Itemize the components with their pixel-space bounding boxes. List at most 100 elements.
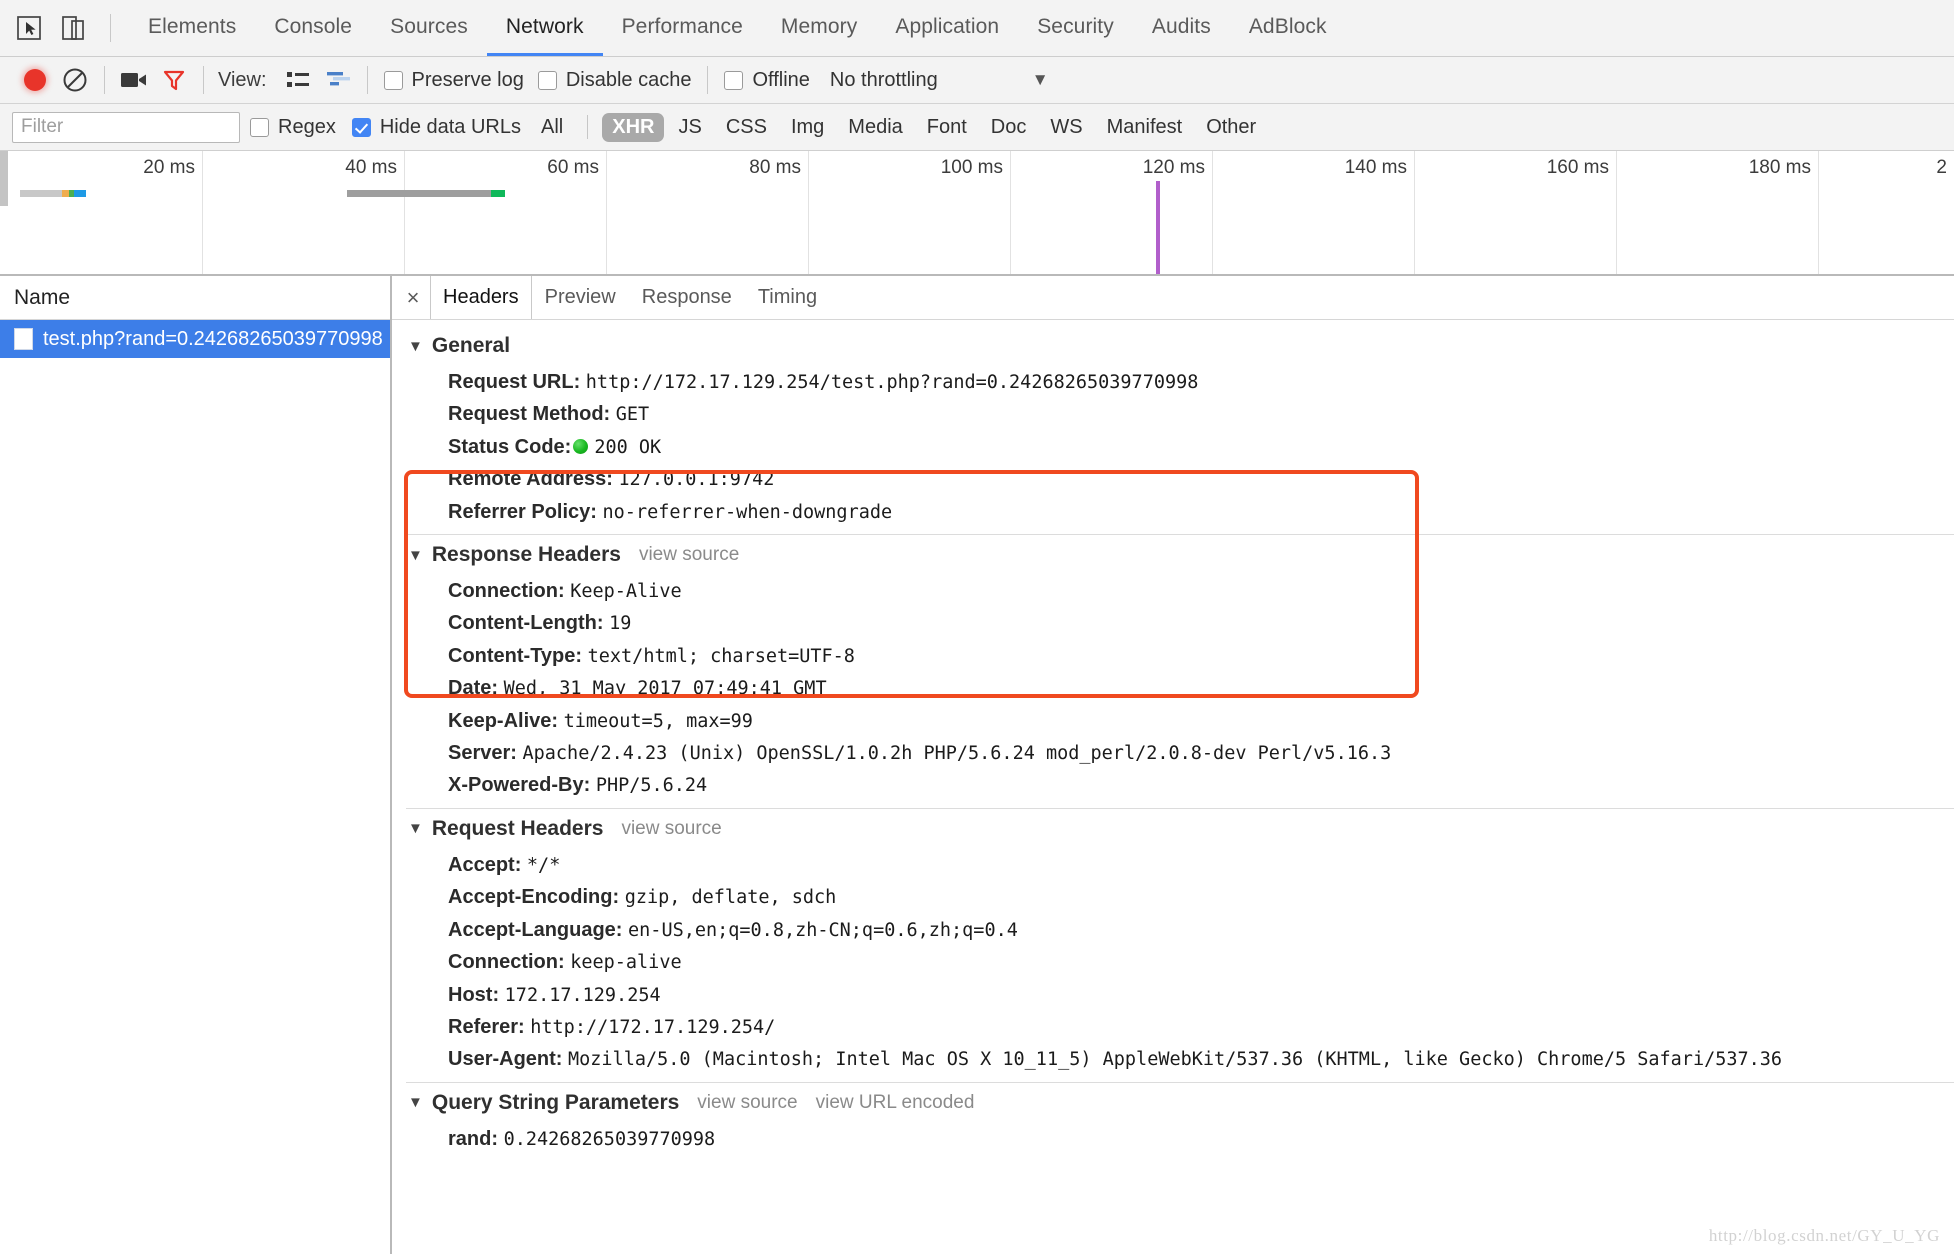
preserve-log-checkbox[interactable]: Preserve log <box>378 69 530 92</box>
header-key: Connection: <box>448 951 565 974</box>
overview-request-bar <box>347 190 505 197</box>
network-split-view: Name test.php?rand=0.24268265039770998 ×… <box>0 276 1954 1254</box>
list-view-button[interactable] <box>279 61 317 99</box>
header-value: text/html; charset=UTF-8 <box>587 645 855 667</box>
inspect-element-icon[interactable] <box>14 13 44 43</box>
caret-down-icon[interactable]: ▼ <box>408 547 423 564</box>
table-row[interactable]: test.php?rand=0.24268265039770998 <box>0 320 390 358</box>
document-icon <box>14 328 33 350</box>
section-header[interactable]: ▼ Request Headers view source <box>392 809 1954 849</box>
tab-network[interactable]: Network <box>486 0 603 56</box>
caret-down-icon[interactable]: ▼ <box>408 338 423 355</box>
device-toolbar-icon[interactable] <box>58 13 88 43</box>
view-source-link[interactable]: view source <box>697 1092 797 1114</box>
header-row: Accept-Encoding: gzip, deflate, sdch <box>392 881 1954 913</box>
header-value: timeout=5, max=99 <box>563 710 753 732</box>
clear-button[interactable] <box>56 61 94 99</box>
header-value: Mozilla/5.0 (Macintosh; Intel Mac OS X 1… <box>568 1049 1783 1071</box>
tab-label: Response <box>641 286 732 308</box>
header-value: keep-alive <box>570 952 682 974</box>
filter-type-xhr[interactable]: XHR <box>602 112 665 142</box>
tab-label: Performance <box>621 14 743 38</box>
tab-headers[interactable]: Headers <box>430 276 532 319</box>
header-row: Host: 172.17.129.254 <box>392 979 1954 1011</box>
tab-memory[interactable]: Memory <box>762 0 876 56</box>
filter-type-doc[interactable]: Doc <box>981 113 1037 142</box>
preserve-log-label: Preserve log <box>411 68 524 91</box>
waterfall-view-button[interactable] <box>319 61 357 99</box>
view-source-link[interactable]: view source <box>639 544 739 566</box>
requests-column-header[interactable]: Name <box>0 276 390 320</box>
regex-checkbox[interactable]: Regex <box>244 116 342 139</box>
tab-preview[interactable]: Preview <box>532 276 629 319</box>
param-value: 0.24268265039770998 <box>503 1128 716 1150</box>
header-value: http://172.17.129.254/ <box>530 1016 776 1038</box>
throttling-select-value[interactable]: No throttling <box>830 69 938 92</box>
filter-type-css[interactable]: CSS <box>716 113 777 142</box>
caret-down-icon[interactable]: ▼ <box>408 820 423 837</box>
header-value: gzip, deflate, sdch <box>624 887 837 909</box>
regex-label: Regex <box>278 115 336 138</box>
tab-console[interactable]: Console <box>255 0 371 56</box>
filter-toggle-button[interactable] <box>155 61 193 99</box>
header-row: Referrer Policy: no-referrer-when-downgr… <box>392 496 1954 528</box>
header-row: Connection: Keep-Alive <box>392 575 1954 607</box>
header-value: PHP/5.6.24 <box>595 775 708 797</box>
filter-type-font[interactable]: Font <box>917 113 977 142</box>
filter-input[interactable] <box>12 111 240 143</box>
record-button[interactable] <box>16 61 54 99</box>
chevron-down-icon[interactable]: ▼ <box>1032 70 1049 90</box>
section-header[interactable]: ▼ Query String Parameters view source vi… <box>392 1083 1954 1123</box>
view-url-encoded-link[interactable]: view URL encoded <box>816 1092 975 1114</box>
capture-screenshots-button[interactable] <box>115 61 153 99</box>
header-row: Request URL: http://172.17.129.254/test.… <box>392 366 1954 398</box>
view-source-link[interactable]: view source <box>621 818 721 840</box>
header-value: http://172.17.129.254/test.php?rand=0.24… <box>585 372 1199 393</box>
section-header[interactable]: ▼ General <box>392 326 1954 366</box>
query-param-row: rand: 0.24268265039770998 <box>392 1123 1954 1155</box>
tab-label: Headers <box>443 286 519 308</box>
filter-type-all[interactable]: All <box>531 113 573 142</box>
network-overview-timeline[interactable]: 20 ms 40 ms 60 ms 80 ms 100 ms 120 ms 14… <box>0 151 1954 276</box>
section-general: ▼ General Request URL: http://172.17.129… <box>392 326 1954 528</box>
section-header[interactable]: ▼ Response Headers view source <box>392 535 1954 575</box>
tab-timing[interactable]: Timing <box>745 276 830 319</box>
headers-content: ▼ General Request URL: http://172.17.129… <box>392 320 1954 1254</box>
disable-cache-checkbox[interactable]: Disable cache <box>532 69 698 92</box>
offline-checkbox[interactable]: Offline <box>718 69 815 92</box>
tab-elements[interactable]: Elements <box>129 0 255 56</box>
close-icon[interactable]: × <box>396 276 430 319</box>
hide-data-urls-checkbox[interactable]: Hide data URLs <box>346 116 527 139</box>
section-query-string-parameters: ▼ Query String Parameters view source vi… <box>392 1083 1954 1155</box>
filter-type-media[interactable]: Media <box>838 113 912 142</box>
tab-label: Sources <box>390 14 468 38</box>
overview-tick: 40 ms <box>345 157 397 178</box>
tab-response[interactable]: Response <box>629 276 745 319</box>
header-value: Apache/2.4.23 (Unix) OpenSSL/1.0.2h PHP/… <box>522 743 1392 765</box>
caret-down-icon[interactable]: ▼ <box>408 1094 423 1111</box>
tab-label: AdBlock <box>1248 14 1327 38</box>
tab-application[interactable]: Application <box>876 0 1018 56</box>
header-row: Content-Type: text/html; charset=UTF-8 <box>392 640 1954 672</box>
filter-type-ws[interactable]: WS <box>1040 113 1092 142</box>
filter-type-js[interactable]: JS <box>668 113 711 142</box>
section-title: Request Headers <box>431 816 604 840</box>
param-key: rand: <box>448 1127 498 1150</box>
panel-tabs: Elements Console Sources Network Perform… <box>129 0 1346 56</box>
filter-type-other[interactable]: Other <box>1196 113 1266 142</box>
tab-adblock[interactable]: AdBlock <box>1230 0 1346 56</box>
tab-audits[interactable]: Audits <box>1133 0 1230 56</box>
section-title: Response Headers <box>431 543 621 567</box>
tab-sources[interactable]: Sources <box>371 0 487 56</box>
tab-performance[interactable]: Performance <box>603 0 762 56</box>
header-row: Server: Apache/2.4.23 (Unix) OpenSSL/1.0… <box>392 737 1954 769</box>
header-value: 19 <box>609 613 632 635</box>
requests-list-panel: Name test.php?rand=0.24268265039770998 <box>0 276 392 1254</box>
toolbar-divider <box>203 66 204 94</box>
overview-tick: 140 ms <box>1344 157 1407 178</box>
header-value: en-US,en;q=0.8,zh-CN;q=0.6,zh;q=0.4 <box>628 919 1018 941</box>
tab-security[interactable]: Security <box>1018 0 1133 56</box>
header-row: Content-Length: 19 <box>392 607 1954 639</box>
filter-type-img[interactable]: Img <box>781 113 834 142</box>
filter-type-manifest[interactable]: Manifest <box>1097 113 1193 142</box>
